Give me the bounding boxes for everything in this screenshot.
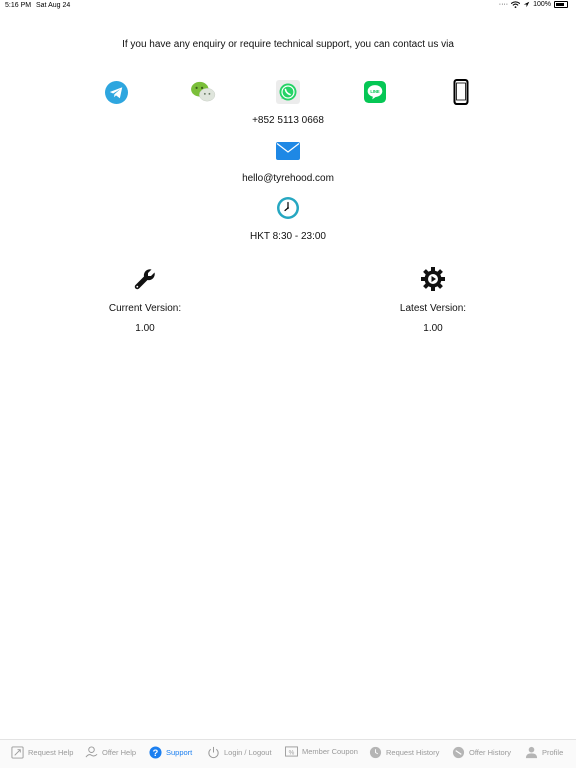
battery-percent: 100% bbox=[533, 1, 551, 8]
phone-number[interactable]: +852 5113 0668 bbox=[0, 115, 576, 126]
current-version-value: 1.00 bbox=[135, 323, 155, 334]
whatsapp-icon[interactable] bbox=[276, 80, 300, 104]
telegram-icon[interactable] bbox=[104, 80, 128, 104]
svg-text:?: ? bbox=[153, 748, 159, 758]
latest-version-label: Latest Version: bbox=[399, 303, 467, 314]
question-icon: ? bbox=[149, 746, 162, 759]
svg-text:%: % bbox=[289, 749, 295, 756]
bottom-tab-bar: Request Help Offer Help ? Support Login … bbox=[0, 739, 576, 768]
wechat-icon[interactable] bbox=[190, 80, 216, 104]
current-version-block: Current Version: 1.00 bbox=[75, 266, 215, 334]
tab-label: Request Help bbox=[28, 748, 74, 757]
status-right: ···· 100% bbox=[499, 1, 568, 8]
tab-profile[interactable]: Profile bbox=[525, 746, 563, 759]
tab-label: Support bbox=[166, 748, 193, 757]
mail-icon[interactable] bbox=[276, 139, 300, 163]
tab-offer-help[interactable]: Offer Help bbox=[85, 746, 136, 759]
current-version-label: Current Version: bbox=[108, 303, 182, 314]
svg-text:LINE: LINE bbox=[370, 89, 380, 94]
status-bar: 5:16 PM Sat Aug 24 ···· 100% bbox=[0, 0, 576, 12]
tab-request-help[interactable]: Request Help bbox=[11, 746, 73, 759]
tab-offer-history[interactable]: Offer History bbox=[452, 746, 511, 759]
tab-support[interactable]: ? Support bbox=[149, 746, 192, 759]
tab-label: Offer History bbox=[469, 748, 511, 757]
intro-text: If you have any enquiry or require techn… bbox=[122, 39, 454, 50]
wifi-icon bbox=[511, 1, 521, 8]
tab-member-coupon[interactable]: % Member Coupon bbox=[285, 746, 358, 757]
offer-history-icon bbox=[452, 746, 465, 759]
status-date: Sat Aug 24 bbox=[36, 2, 71, 9]
tab-label: Request History bbox=[386, 748, 440, 757]
request-history-icon bbox=[369, 746, 382, 759]
tab-label: Login / Logout bbox=[224, 748, 272, 757]
email-address[interactable]: hello@tyrehood.com bbox=[0, 173, 576, 184]
gear-icon bbox=[363, 266, 503, 292]
battery-icon bbox=[554, 1, 568, 8]
tab-label: Member Coupon bbox=[302, 747, 358, 756]
business-hours: HKT 8:30 - 23:00 bbox=[250, 231, 326, 242]
latest-version-value: 1.00 bbox=[423, 323, 443, 334]
tab-label: Profile bbox=[542, 748, 564, 757]
tab-login-logout[interactable]: Login / Logout bbox=[207, 746, 272, 759]
line-icon[interactable]: LINE bbox=[363, 80, 387, 104]
status-time: 5:16 PM bbox=[5, 2, 32, 9]
location-arrow-icon bbox=[523, 1, 530, 8]
profile-icon bbox=[525, 746, 538, 759]
request-help-icon bbox=[11, 746, 24, 759]
clock-icon bbox=[276, 196, 300, 220]
tab-label: Offer Help bbox=[102, 748, 137, 757]
wrench-icon bbox=[75, 266, 215, 292]
contact-icons-row: LINE bbox=[0, 79, 576, 106]
offer-help-icon bbox=[85, 746, 98, 758]
latest-version-block: Latest Version: 1.00 bbox=[363, 266, 503, 334]
power-icon bbox=[208, 746, 219, 759]
signal-dots-icon: ···· bbox=[498, 1, 509, 8]
tab-request-history[interactable]: Request History bbox=[369, 746, 439, 759]
phone-icon[interactable] bbox=[449, 79, 473, 105]
coupon-icon: % bbox=[285, 746, 298, 757]
